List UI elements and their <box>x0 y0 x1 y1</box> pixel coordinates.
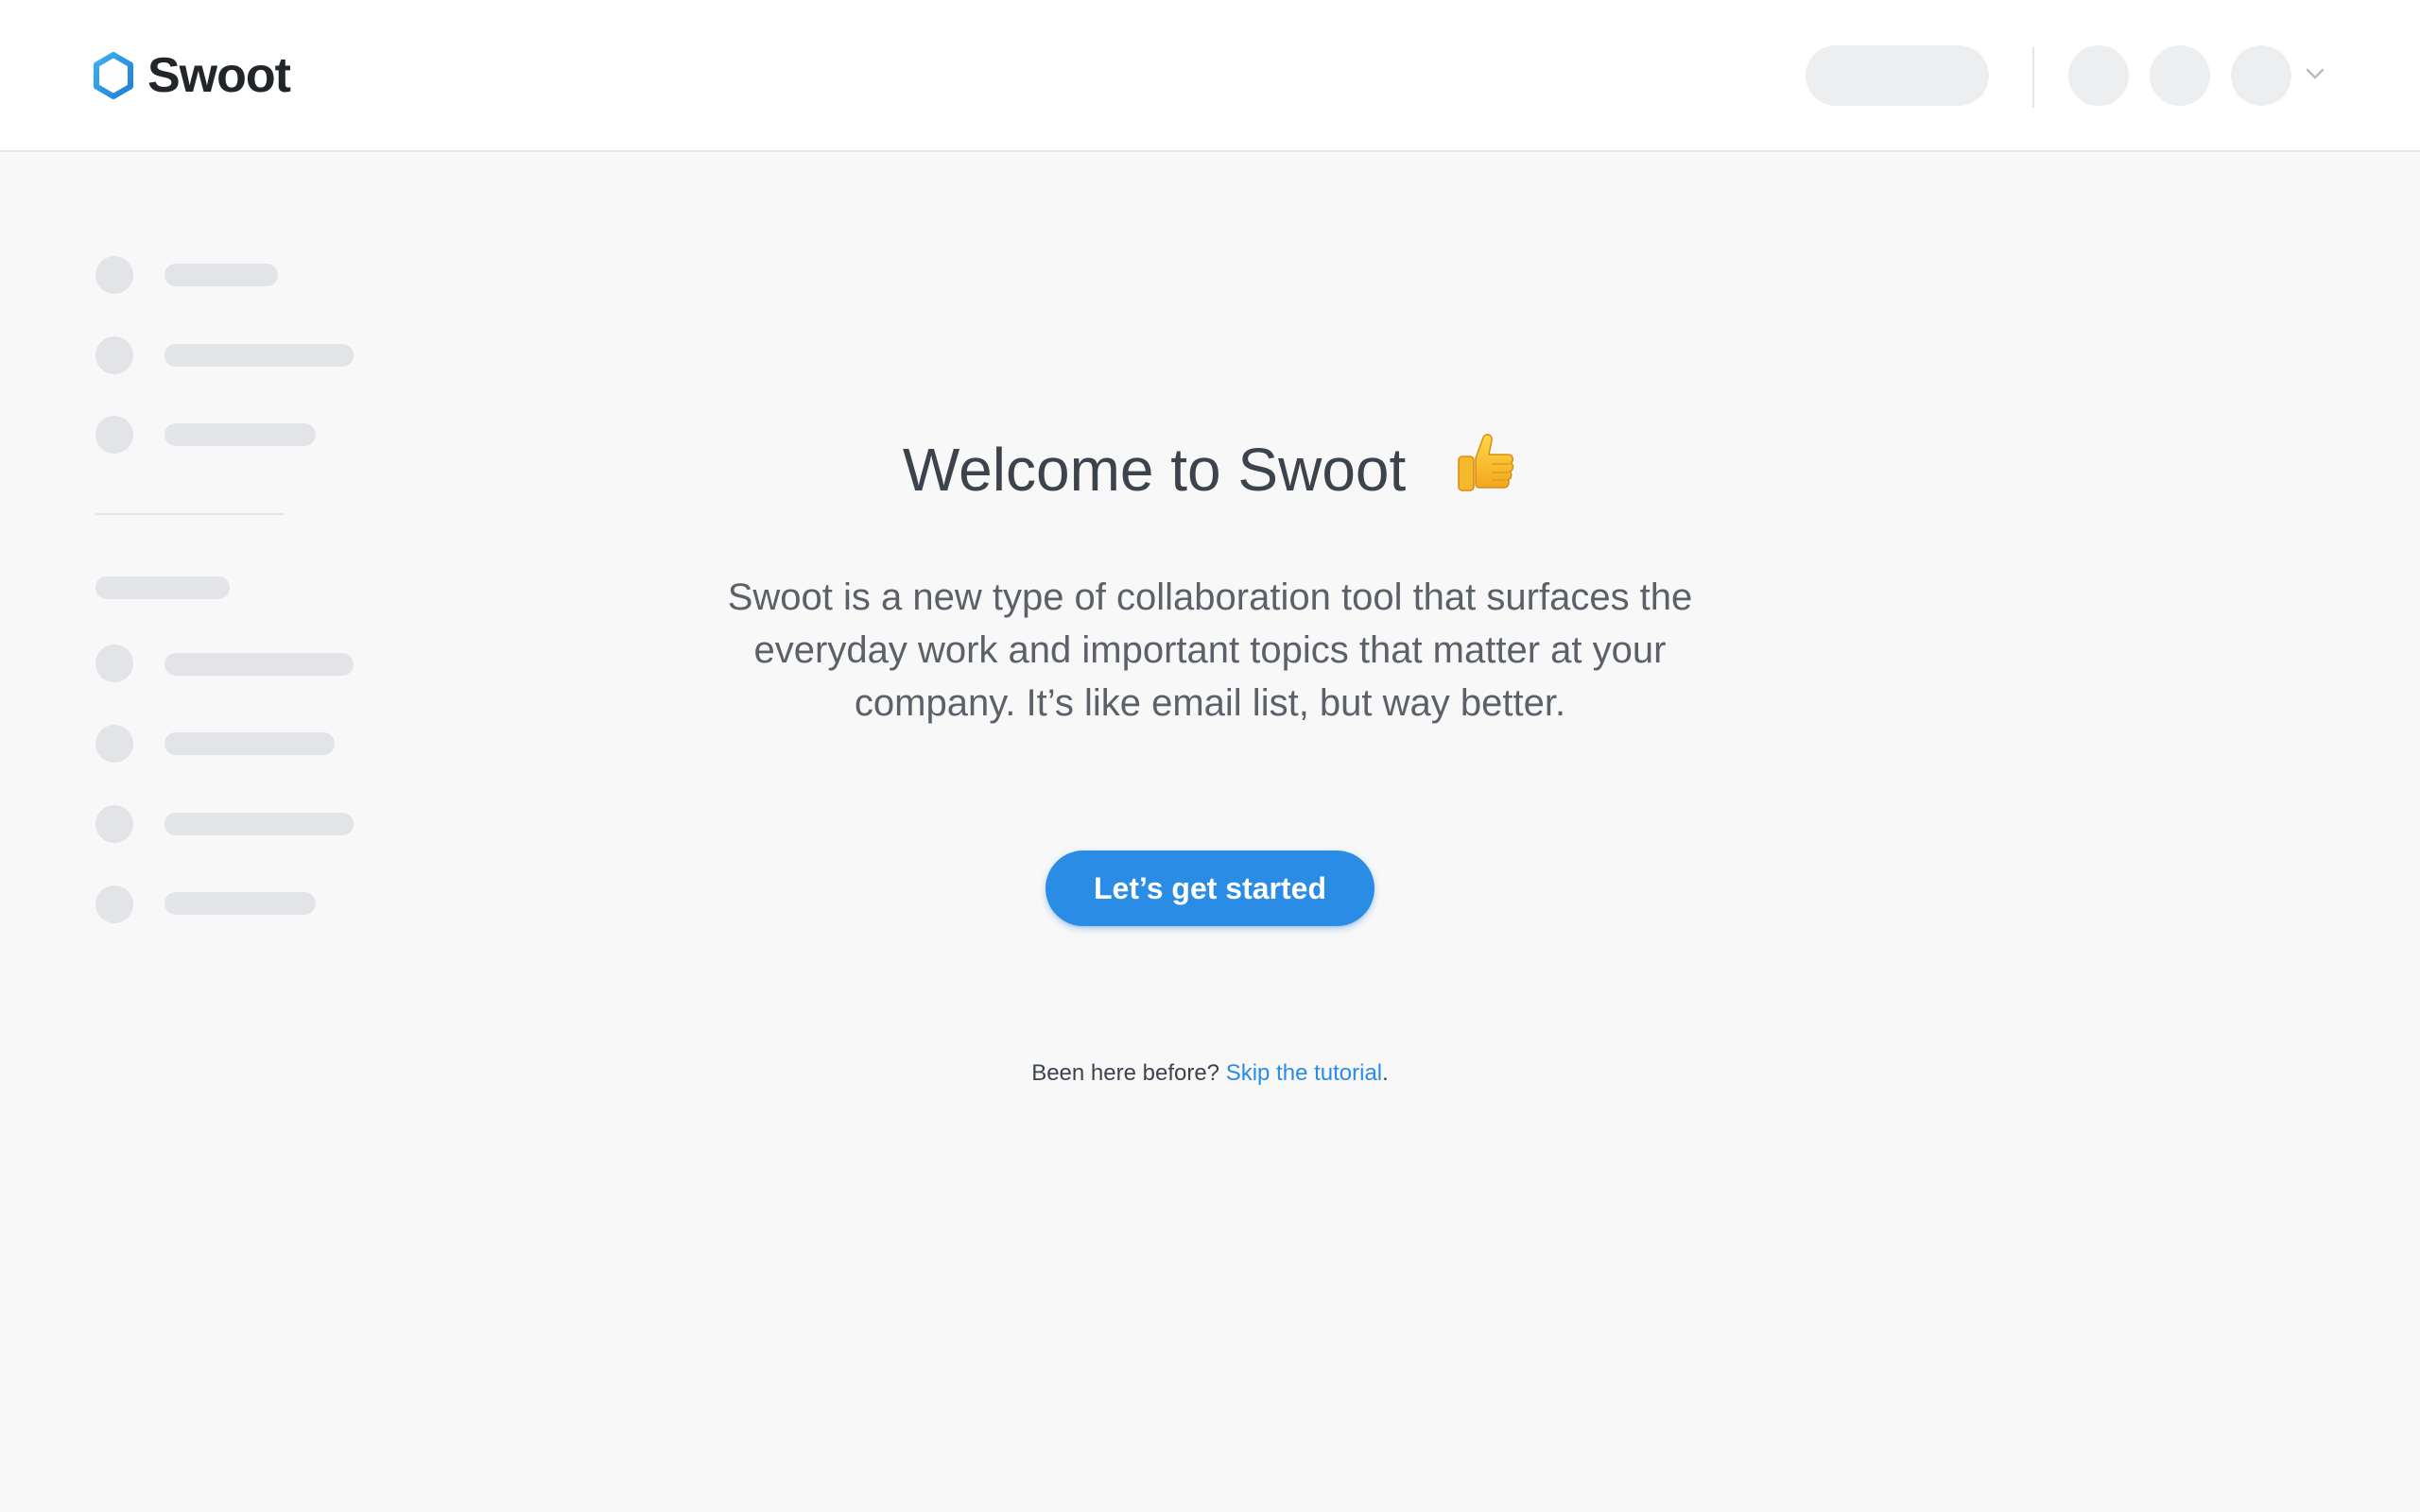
welcome-title-text: Welcome to Swoot <box>902 436 1407 504</box>
sidebar-item-icon-placeholder <box>95 805 133 843</box>
sidebar-item-icon-placeholder <box>95 885 133 923</box>
sidebar-item-label-placeholder <box>164 813 354 835</box>
sidebar-item-icon-placeholder <box>95 644 133 682</box>
sidebar-item-icon-placeholder <box>95 336 133 374</box>
user-avatar-placeholder[interactable] <box>2231 45 2291 106</box>
app-logo[interactable]: Swoot <box>93 48 291 103</box>
sidebar-item-label-placeholder <box>164 653 354 676</box>
sidebar-item-label-placeholder <box>164 344 354 367</box>
get-started-button[interactable]: Let’s get started <box>1046 850 1374 926</box>
sidebar-item-label-placeholder <box>164 264 278 286</box>
header-divider <box>2032 47 2034 108</box>
app-name: Swoot <box>147 48 291 103</box>
header-avatar-placeholder[interactable] <box>2150 45 2210 106</box>
thumbs-up-emoji-icon <box>1458 434 1514 491</box>
header-placeholder-pill[interactable] <box>1806 45 1989 106</box>
sidebar-item-icon-placeholder <box>95 256 133 294</box>
welcome-title: Welcome to Swoot <box>0 427 2420 512</box>
skip-tutorial-suffix: . <box>1382 1060 1389 1086</box>
welcome-description: Swoot is a new type of collaboration too… <box>727 576 1693 724</box>
hexagon-logo-icon <box>94 52 133 99</box>
top-header: Swoot <box>0 0 2420 152</box>
sidebar-section-heading-placeholder <box>95 576 230 599</box>
chevron-down-icon[interactable] <box>2305 66 2325 81</box>
skip-tutorial-prefix: Been here before? <box>1031 1060 1220 1086</box>
skip-tutorial-link[interactable]: Skip the tutorial <box>1226 1060 1382 1086</box>
sidebar-item-label-placeholder <box>164 892 316 915</box>
sidebar-divider <box>95 513 285 515</box>
skip-tutorial-line: Been here before? Skip the tutorial. <box>0 1057 2420 1091</box>
sidebar-item-label-placeholder <box>164 732 335 755</box>
sidebar-item-icon-placeholder <box>95 725 133 763</box>
header-avatar-placeholder[interactable] <box>2068 45 2129 106</box>
